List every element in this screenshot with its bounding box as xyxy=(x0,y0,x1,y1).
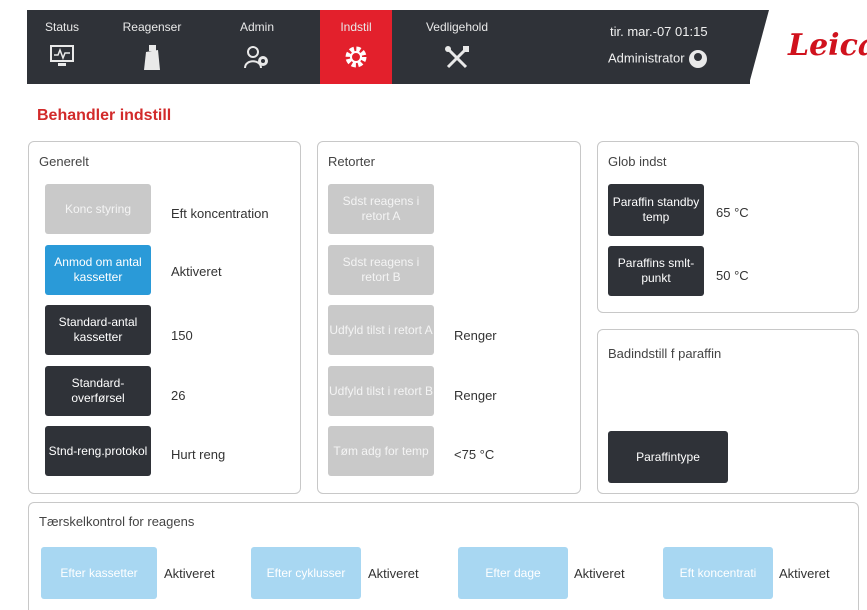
paraffin-bath-panel: Badindstill f paraffin Paraffintype xyxy=(597,329,859,494)
after-cycles-button[interactable]: Efter cyklusser xyxy=(251,547,361,599)
paraffin-type-button[interactable]: Paraffintype xyxy=(608,431,728,483)
global-panel: Glob indst Paraffin standby temp 65 °C P… xyxy=(597,141,859,313)
tab-reagenser[interactable]: Reagenser xyxy=(107,10,197,84)
settings-gear-icon xyxy=(345,46,367,68)
last-reagent-retort-b-button[interactable]: Sdst reagens i retort B xyxy=(328,245,434,295)
paraffin-melt-point-value: 50 °C xyxy=(716,268,749,283)
after-days-value: Aktiveret xyxy=(574,566,625,581)
status-monitor-icon xyxy=(50,45,74,66)
tab-status-label: Status xyxy=(44,20,80,34)
paraffin-standby-temp-button[interactable]: Paraffin standby temp xyxy=(608,184,704,236)
top-navigation-bar: Status Reagenser Admin Indstil Vedligeho… xyxy=(27,10,867,84)
retorts-title: Retorter xyxy=(328,154,375,169)
tab-status[interactable]: Status xyxy=(27,10,97,84)
tab-indstil[interactable]: Indstil xyxy=(320,10,392,84)
cleaning-protocol-value: Hurt reng xyxy=(171,447,226,462)
default-transfer-button[interactable]: Standard-overførsel xyxy=(45,366,151,416)
paraffin-bath-title: Badindstill f paraffin xyxy=(608,346,722,361)
cleaning-protocol-button[interactable]: Stnd-reng.protokol xyxy=(45,426,151,476)
threshold-panel: Tærskelkontrol for reagens Efter kassett… xyxy=(28,502,859,610)
tab-indstil-label: Indstil xyxy=(340,20,372,34)
request-cassettes-value: Aktiveret xyxy=(171,264,222,279)
last-reagent-retort-a-button[interactable]: Sdst reagens i retort A xyxy=(328,184,434,234)
fill-state-retort-b-value: Renger xyxy=(454,388,497,403)
fill-state-retort-b-button[interactable]: Udfyld tilst i retort B xyxy=(328,366,434,416)
default-cassettes-value: 150 xyxy=(171,328,193,343)
logo-divider xyxy=(749,10,769,84)
retorts-panel: Retorter Sdst reagens i retort A Sdst re… xyxy=(317,141,581,494)
user-icon xyxy=(688,50,707,68)
after-concentration-button[interactable]: Eft koncentrati xyxy=(663,547,773,599)
paraffin-melt-point-button[interactable]: Paraffins smlt-punkt xyxy=(608,246,704,296)
tab-reagenser-label: Reagenser xyxy=(122,20,182,34)
fill-state-retort-a-button[interactable]: Udfyld tilst i retort A xyxy=(328,305,434,355)
default-transfer-value: 26 xyxy=(171,388,186,403)
general-title: Generelt xyxy=(39,154,89,169)
after-cassettes-value: Aktiveret xyxy=(164,566,215,581)
default-cassettes-button[interactable]: Standard-antal kassetter xyxy=(45,305,151,355)
after-concentration-value: Aktiveret xyxy=(779,566,830,581)
tab-vedligehold-label: Vedligehold xyxy=(425,20,489,34)
tab-admin[interactable]: Admin xyxy=(217,10,297,84)
after-days-button[interactable]: Efter dage xyxy=(458,547,568,599)
user-name: Administrator xyxy=(608,50,685,66)
fill-state-retort-a-value: Renger xyxy=(454,328,497,343)
paraffin-standby-temp-value: 65 °C xyxy=(716,205,749,220)
user-display[interactable]: Administrator xyxy=(608,50,707,68)
after-cycles-value: Aktiveret xyxy=(368,566,419,581)
after-cassettes-button[interactable]: Efter kassetter xyxy=(41,547,157,599)
tab-admin-label: Admin xyxy=(239,20,274,34)
request-cassettes-button[interactable]: Anmod om antal kassetter xyxy=(45,245,151,295)
datetime-display: tir. mar.-07 01:15 xyxy=(610,24,708,39)
logo-area: Leica xyxy=(749,10,867,84)
konc-styring-button[interactable]: Konc styring xyxy=(45,184,151,234)
empty-access-temp-button[interactable]: Tøm adg for temp xyxy=(328,426,434,476)
page-title: Behandler indstill xyxy=(37,107,172,124)
tab-vedligehold[interactable]: Vedligehold xyxy=(412,10,502,84)
reagent-bottle-icon xyxy=(144,45,160,70)
general-panel: Generelt Konc styring Eft koncentration … xyxy=(28,141,301,494)
maintenance-tools-icon xyxy=(445,46,469,69)
empty-access-temp-value: <75 °C xyxy=(454,447,495,462)
threshold-title: Tærskelkontrol for reagens xyxy=(39,514,195,529)
leica-logo: Leica xyxy=(788,28,867,63)
admin-gear-person-icon xyxy=(244,46,268,69)
konc-styring-value: Eft koncentration xyxy=(171,206,269,221)
global-title: Glob indst xyxy=(608,154,667,169)
